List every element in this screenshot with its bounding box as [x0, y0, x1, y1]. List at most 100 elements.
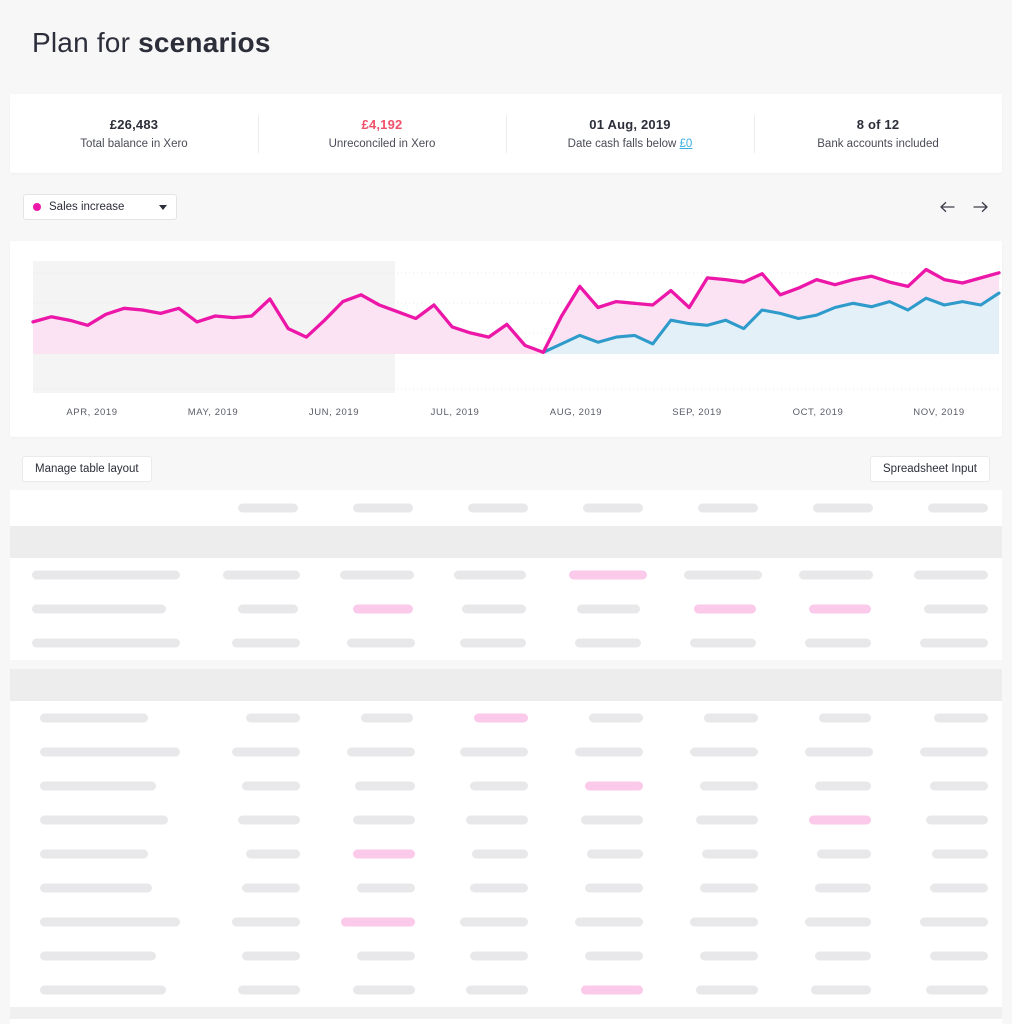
skeleton-cell[interactable]: [40, 883, 152, 893]
table-row[interactable]: [10, 592, 1002, 626]
skeleton-cell-highlight[interactable]: [694, 604, 756, 614]
skeleton-cell[interactable]: [585, 951, 643, 961]
skeleton-cell[interactable]: [589, 713, 643, 723]
skeleton-cell[interactable]: [698, 503, 758, 513]
skeleton-cell[interactable]: [40, 985, 166, 995]
skeleton-cell[interactable]: [587, 849, 643, 859]
skeleton-cell[interactable]: [238, 815, 300, 825]
skeleton-cell-highlight[interactable]: [474, 713, 528, 723]
skeleton-cell[interactable]: [577, 604, 640, 614]
skeleton-cell[interactable]: [932, 849, 988, 859]
skeleton-cell[interactable]: [815, 883, 871, 893]
skeleton-cell[interactable]: [583, 503, 643, 513]
skeleton-cell[interactable]: [934, 713, 988, 723]
skeleton-cell[interactable]: [930, 883, 988, 893]
skeleton-cell[interactable]: [700, 883, 758, 893]
skeleton-cell-highlight[interactable]: [353, 604, 413, 614]
skeleton-cell[interactable]: [575, 747, 643, 757]
skeleton-cell[interactable]: [238, 985, 300, 995]
skeleton-cell[interactable]: [704, 713, 758, 723]
skeleton-cell[interactable]: [926, 985, 988, 995]
skeleton-cell[interactable]: [223, 570, 300, 580]
skeleton-cell[interactable]: [246, 849, 300, 859]
table-row[interactable]: [10, 769, 1002, 803]
skeleton-cell[interactable]: [575, 638, 641, 648]
skeleton-cell[interactable]: [460, 917, 528, 927]
table-row[interactable]: [10, 626, 1002, 660]
skeleton-cell[interactable]: [40, 917, 180, 927]
skeleton-cell[interactable]: [684, 570, 762, 580]
table-row[interactable]: [10, 803, 1002, 837]
skeleton-cell[interactable]: [238, 503, 298, 513]
skeleton-cell-highlight[interactable]: [341, 917, 415, 927]
table-row[interactable]: [10, 973, 1002, 1007]
skeleton-cell[interactable]: [355, 781, 415, 791]
skeleton-cell[interactable]: [32, 570, 180, 580]
skeleton-cell[interactable]: [340, 570, 414, 580]
skeleton-cell[interactable]: [242, 883, 300, 893]
skeleton-cell[interactable]: [238, 604, 298, 614]
skeleton-cell[interactable]: [361, 713, 413, 723]
table-row[interactable]: [10, 871, 1002, 905]
skeleton-cell[interactable]: [817, 849, 871, 859]
table-row[interactable]: [10, 701, 1002, 735]
skeleton-cell[interactable]: [40, 781, 156, 791]
skeleton-cell-highlight[interactable]: [809, 604, 871, 614]
skeleton-cell[interactable]: [575, 917, 643, 927]
skeleton-cell[interactable]: [815, 781, 871, 791]
threshold-link[interactable]: £0: [680, 138, 693, 150]
skeleton-cell-highlight[interactable]: [353, 849, 415, 859]
skeleton-cell[interactable]: [40, 815, 168, 825]
skeleton-cell[interactable]: [805, 747, 873, 757]
skeleton-cell[interactable]: [232, 638, 300, 648]
skeleton-cell[interactable]: [40, 713, 148, 723]
skeleton-cell[interactable]: [32, 604, 166, 614]
skeleton-cell[interactable]: [466, 985, 528, 995]
table-row[interactable]: [10, 837, 1002, 871]
skeleton-cell[interactable]: [920, 638, 988, 648]
manage-table-layout-button[interactable]: Manage table layout: [22, 456, 152, 482]
skeleton-cell[interactable]: [696, 985, 758, 995]
table-row[interactable]: [10, 558, 1002, 592]
skeleton-cell[interactable]: [472, 849, 528, 859]
skeleton-cell-highlight[interactable]: [585, 781, 643, 791]
skeleton-cell-highlight[interactable]: [581, 985, 643, 995]
skeleton-cell[interactable]: [799, 570, 873, 580]
arrow-right-icon[interactable]: [971, 198, 989, 216]
skeleton-cell[interactable]: [470, 951, 528, 961]
skeleton-cell[interactable]: [454, 570, 526, 580]
scenario-select[interactable]: Sales increase: [23, 194, 177, 220]
skeleton-cell-highlight[interactable]: [809, 815, 871, 825]
skeleton-cell[interactable]: [347, 638, 415, 648]
skeleton-cell[interactable]: [813, 503, 873, 513]
spreadsheet-input-button[interactable]: Spreadsheet Input: [870, 456, 990, 482]
table-row[interactable]: [10, 1019, 1002, 1024]
skeleton-cell[interactable]: [690, 747, 758, 757]
table-row[interactable]: [10, 905, 1002, 939]
skeleton-cell[interactable]: [470, 781, 528, 791]
skeleton-cell[interactable]: [460, 638, 526, 648]
skeleton-cell-highlight[interactable]: [569, 570, 647, 580]
skeleton-cell[interactable]: [347, 747, 415, 757]
skeleton-cell[interactable]: [805, 917, 871, 927]
skeleton-cell[interactable]: [468, 503, 528, 513]
skeleton-cell[interactable]: [466, 815, 528, 825]
skeleton-cell[interactable]: [460, 747, 528, 757]
skeleton-cell[interactable]: [926, 815, 988, 825]
skeleton-cell[interactable]: [914, 570, 988, 580]
skeleton-cell[interactable]: [700, 951, 758, 961]
skeleton-cell[interactable]: [40, 951, 156, 961]
skeleton-cell[interactable]: [702, 849, 758, 859]
skeleton-cell[interactable]: [920, 747, 988, 757]
skeleton-cell[interactable]: [242, 951, 300, 961]
skeleton-cell[interactable]: [32, 638, 180, 648]
skeleton-cell[interactable]: [690, 638, 756, 648]
skeleton-cell[interactable]: [805, 638, 871, 648]
skeleton-cell[interactable]: [920, 917, 988, 927]
skeleton-cell[interactable]: [232, 747, 300, 757]
skeleton-cell[interactable]: [815, 951, 871, 961]
skeleton-cell[interactable]: [930, 781, 988, 791]
skeleton-cell[interactable]: [585, 883, 643, 893]
skeleton-cell[interactable]: [246, 713, 300, 723]
skeleton-cell[interactable]: [353, 985, 415, 995]
